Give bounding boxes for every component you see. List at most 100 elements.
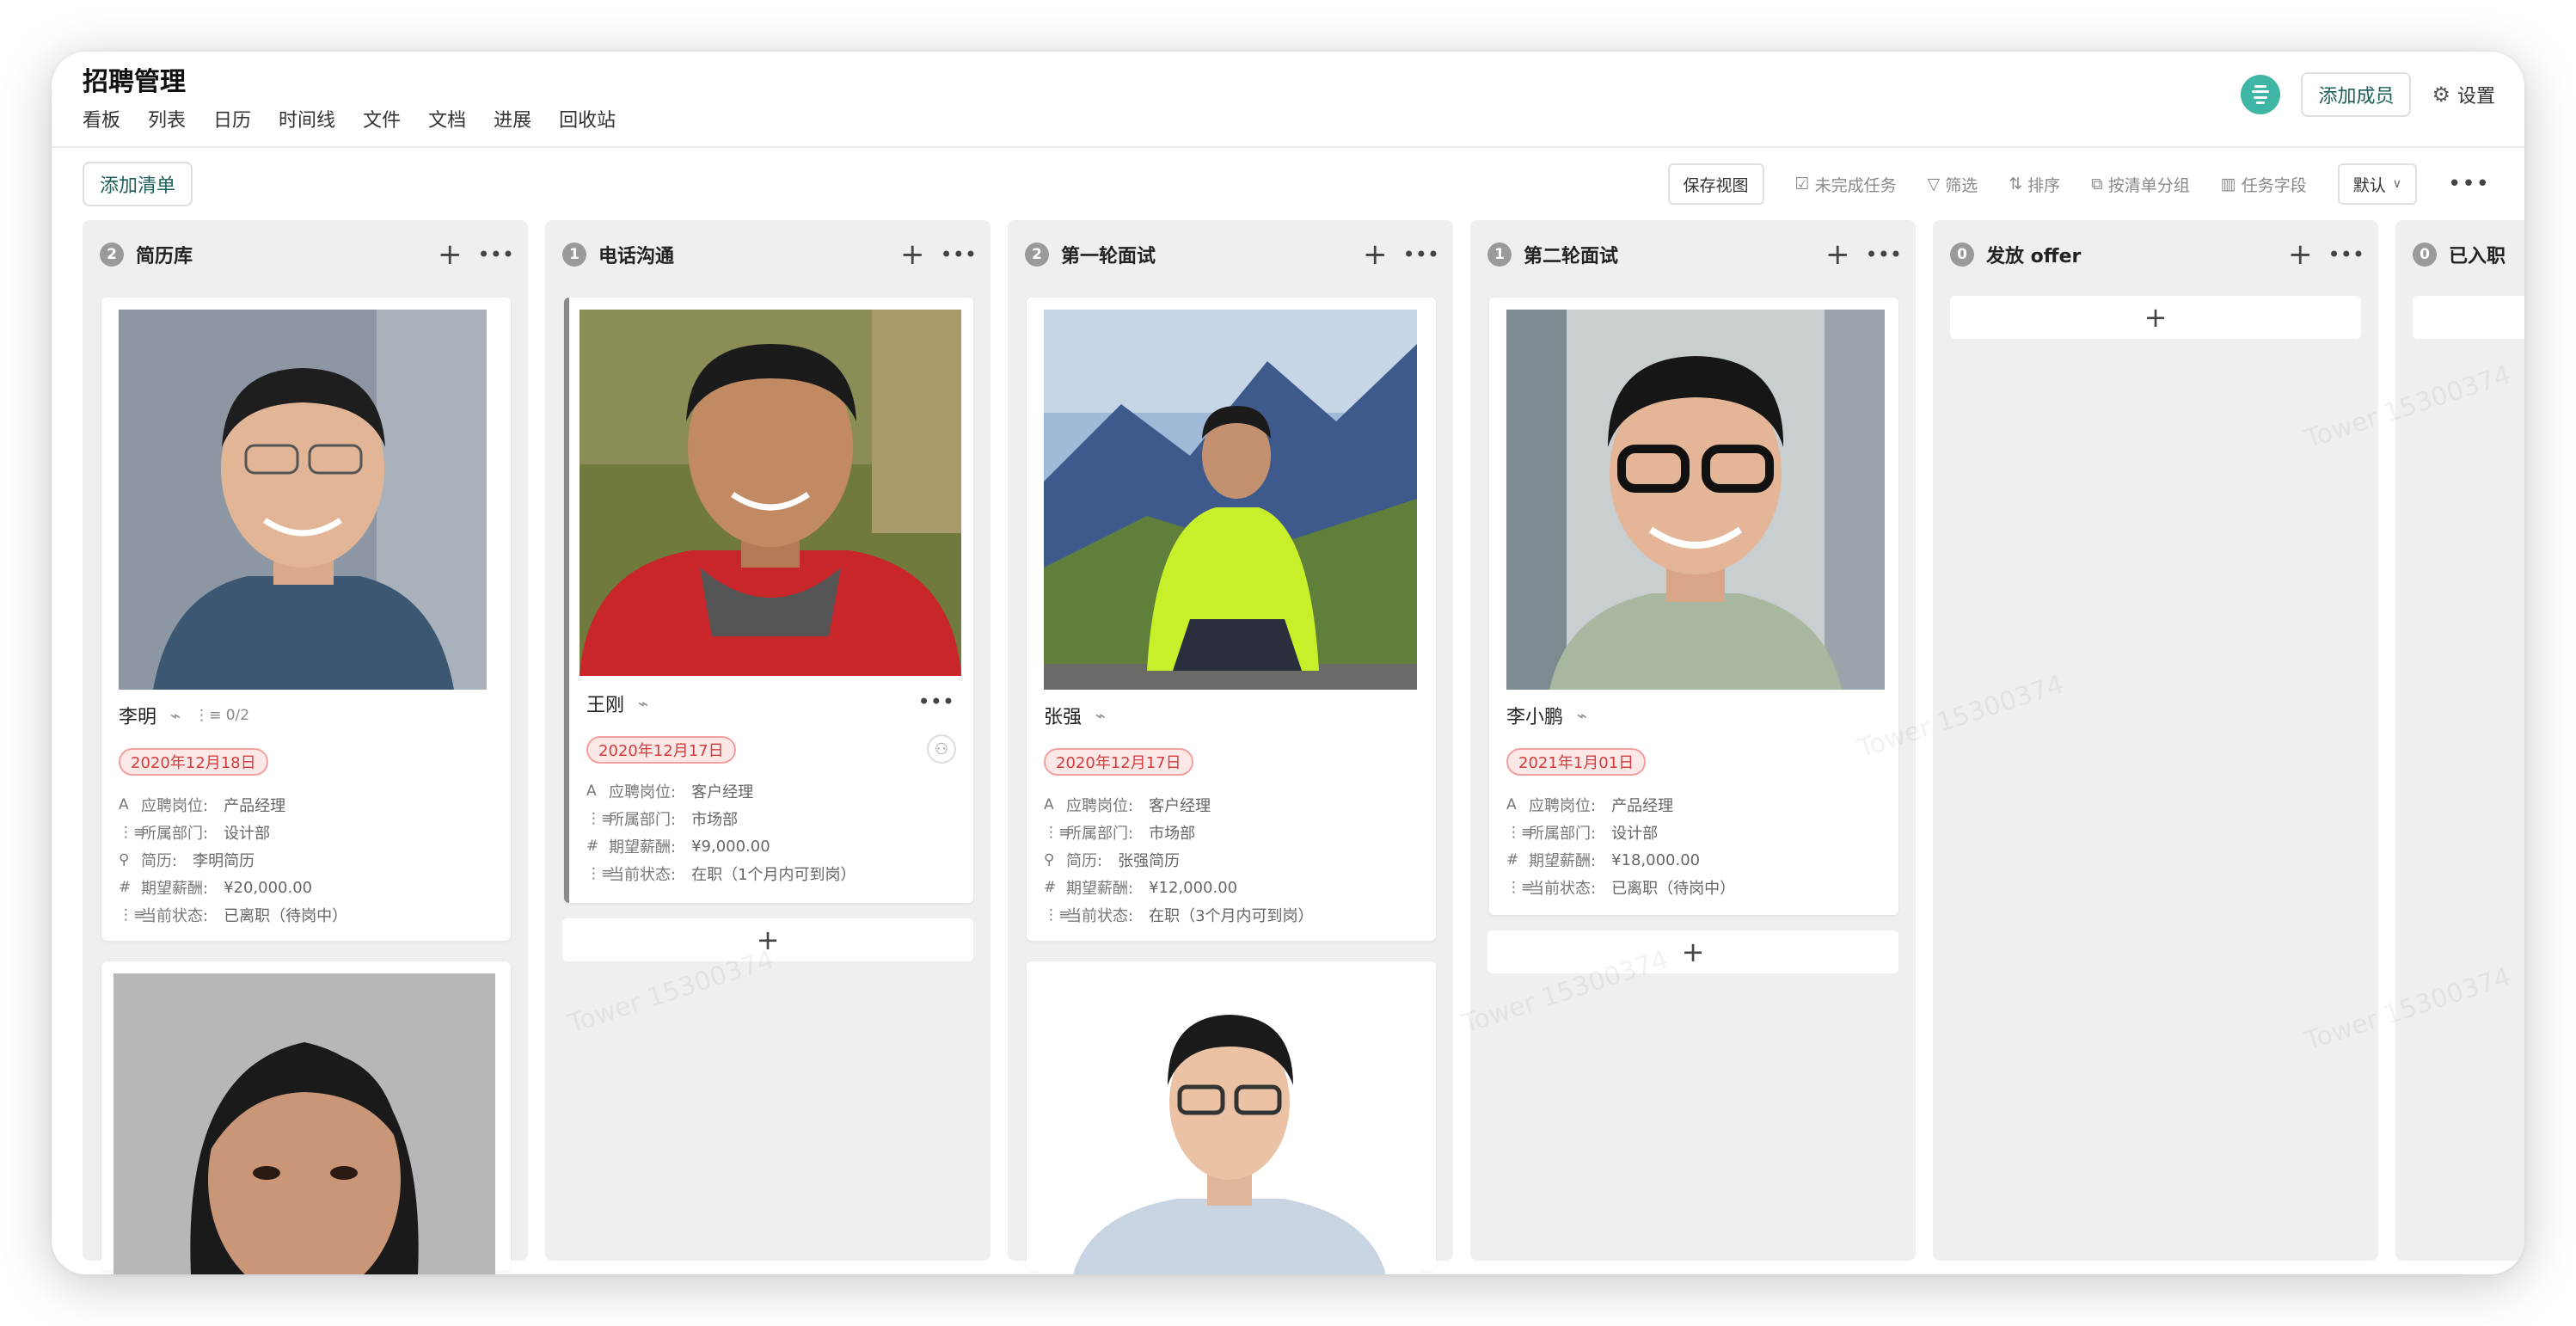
subtask-icon: ⋮≡ xyxy=(194,707,222,724)
add-card-button[interactable]: + xyxy=(1487,930,1898,973)
number-field-icon: # xyxy=(1506,851,1519,869)
field-value: 设计部 xyxy=(1611,825,1659,843)
candidate-photo xyxy=(119,310,487,690)
number-field-icon: # xyxy=(119,879,132,896)
filter-button[interactable]: ▽ 筛选 xyxy=(1928,173,1978,196)
save-view-button[interactable]: 保存视图 xyxy=(1667,163,1764,205)
select-field-icon: ⋮≡ xyxy=(119,824,146,841)
field-value[interactable]: 张强简历 xyxy=(1118,849,1180,871)
tab-files[interactable]: 文件 xyxy=(363,105,401,132)
add-card-button[interactable]: + xyxy=(2413,296,2524,339)
add-task-icon[interactable]: + xyxy=(1825,240,1850,269)
column-first-interview: 2 第一轮面试 + ••• 张强 ⌁ 2020年12月17日 A 应聘岗位: 客… xyxy=(1008,220,1453,1274)
kanban-board: 2 简历库 + ••• 李明 ⌁ ⋮≡ 0/2 2020年12月18日 A 应聘… xyxy=(83,220,2524,1274)
tab-docs[interactable]: 文档 xyxy=(428,105,466,132)
project-header: 招聘管理 看板 列表 日历 时间线 文件 文档 进展 回收站 添加成员 ⚙ 设置 xyxy=(52,52,2524,148)
view-select[interactable]: 默认 ∨ xyxy=(2337,163,2417,205)
tab-timeline[interactable]: 时间线 xyxy=(279,105,335,132)
select-field-icon: ⋮≡ xyxy=(1506,879,1534,896)
field-label: 所属部门: xyxy=(1529,825,1597,843)
filter-icon: ▽ xyxy=(1927,175,1941,193)
task-card[interactable] xyxy=(1027,961,1436,1274)
column-more-icon[interactable]: ••• xyxy=(941,242,977,267)
custom-fields: A 应聘岗位: 客户经理 ⋮≡ 所属部门: 市场部 ⚲ 简历: 张强简历 # 期… xyxy=(1044,791,1314,929)
field-value[interactable]: 李明简历 xyxy=(193,849,255,871)
link-field-icon: ⚲ xyxy=(119,851,130,869)
tab-trash[interactable]: 回收站 xyxy=(559,105,616,132)
add-task-icon[interactable]: + xyxy=(900,240,925,269)
add-task-icon[interactable]: + xyxy=(438,240,463,269)
text-field-icon: A xyxy=(586,783,597,800)
column-more-icon[interactable]: ••• xyxy=(1403,242,1439,267)
app-window: 招聘管理 看板 列表 日历 时间线 文件 文档 进展 回收站 添加成员 ⚙ 设置 xyxy=(52,52,2524,1274)
column-title: 第一轮面试 xyxy=(1061,246,1156,267)
add-task-icon[interactable]: + xyxy=(1363,240,1388,269)
settings-label: 设置 xyxy=(2456,86,2495,107)
field-value: ¥18,000.00 xyxy=(1611,850,1701,869)
incomplete-tasks-toggle[interactable]: ☑ 未完成任务 xyxy=(1795,173,1897,196)
group-icon: ⧉ xyxy=(2091,175,2103,193)
add-card-button[interactable]: + xyxy=(562,918,973,961)
field-value: ¥12,000.00 xyxy=(1149,878,1238,897)
attachment-icon: ⌁ xyxy=(170,705,181,726)
candidate-photo xyxy=(113,973,495,1274)
tab-list[interactable]: 列表 xyxy=(148,105,186,132)
sort-label: 排序 xyxy=(2027,175,2061,195)
field-label: 应聘岗位: xyxy=(1066,797,1134,815)
candidate-name: 张强 xyxy=(1044,707,1083,728)
add-task-icon[interactable]: + xyxy=(2288,240,2313,269)
select-field-icon: ⋮≡ xyxy=(1044,824,1071,841)
candidate-name: 李小鹏 xyxy=(1506,707,1564,728)
column-more-icon[interactable]: ••• xyxy=(2328,242,2364,267)
column-count-badge: 1 xyxy=(562,242,586,267)
assignee-icon[interactable]: ⚇ xyxy=(927,734,956,764)
settings-button[interactable]: ⚙ 设置 xyxy=(2432,81,2495,108)
toolbar-more-icon[interactable]: ••• xyxy=(2448,171,2490,197)
attachment-icon: ⌁ xyxy=(638,693,649,714)
field-label: 所属部门: xyxy=(1066,825,1134,843)
field-value: ¥20,000.00 xyxy=(224,878,313,897)
task-card[interactable]: 张强 ⌁ 2020年12月17日 A 应聘岗位: 客户经理 ⋮≡ 所属部门: 市… xyxy=(1027,298,1436,941)
due-date-badge: 2020年12月18日 xyxy=(119,748,268,776)
task-card[interactable] xyxy=(101,961,511,1274)
column-count-badge: 0 xyxy=(2413,242,2437,267)
field-label: 应聘岗位: xyxy=(1529,797,1597,815)
column-phone-screen: 1 电话沟通 + ••• 王刚 ⌁ ••• 2020年12月17日 ⚇ A 应聘… xyxy=(545,220,991,1261)
column-second-interview: 1 第二轮面试 + ••• 李小鹏 ⌁ 2021年1月01日 A 应聘岗位: 产… xyxy=(1470,220,1916,1261)
field-label: 所属部门: xyxy=(141,825,209,843)
field-value: 市场部 xyxy=(1149,825,1196,843)
column-count-badge: 2 xyxy=(100,242,124,267)
add-card-button[interactable]: + xyxy=(1950,296,2361,339)
sort-button[interactable]: ⇅ 排序 xyxy=(2009,173,2060,196)
task-fields-label: 任务字段 xyxy=(2241,175,2307,195)
add-list-button[interactable]: 添加清单 xyxy=(83,162,193,206)
field-row: A 应聘岗位: 产品经理 xyxy=(119,791,347,819)
field-row: A 应聘岗位: 客户经理 xyxy=(1044,791,1314,819)
tab-calendar[interactable]: 日历 xyxy=(213,105,251,132)
member-avatar[interactable] xyxy=(2241,75,2281,114)
group-button[interactable]: ⧉ 按清单分组 xyxy=(2091,173,2190,196)
field-label: 简历: xyxy=(1066,852,1103,870)
task-card[interactable]: 王刚 ⌁ ••• 2020年12月17日 ⚇ A 应聘岗位: 客户经理 ⋮≡ 所… xyxy=(564,298,973,903)
field-row: A 应聘岗位: 客户经理 xyxy=(586,777,856,805)
tab-progress[interactable]: 进展 xyxy=(494,105,531,132)
field-value: 已离职（待岗中） xyxy=(224,907,348,925)
number-field-icon: # xyxy=(586,838,599,855)
tab-kanban[interactable]: 看板 xyxy=(83,105,120,132)
task-card[interactable]: 李小鹏 ⌁ 2021年1月01日 A 应聘岗位: 产品经理 ⋮≡ 所属部门: 设… xyxy=(1489,298,1898,915)
column-more-icon[interactable]: ••• xyxy=(1866,242,1902,267)
task-fields-button[interactable]: ▥ 任务字段 xyxy=(2221,173,2307,196)
card-more-icon[interactable]: ••• xyxy=(918,690,954,714)
add-member-button[interactable]: 添加成员 xyxy=(2301,72,2412,117)
field-row: ⚲ 简历: 张强简历 xyxy=(1044,846,1314,874)
attachment-icon: ⌁ xyxy=(1095,705,1107,726)
column-resume-pool: 2 简历库 + ••• 李明 ⌁ ⋮≡ 0/2 2020年12月18日 A 应聘… xyxy=(83,220,528,1274)
task-card[interactable]: 李明 ⌁ ⋮≡ 0/2 2020年12月18日 A 应聘岗位: 产品经理 ⋮≡ … xyxy=(101,298,511,941)
field-row: ⋮≡ 当前状态: 在职（1个月内可到岗） xyxy=(586,860,856,887)
field-label: 所属部门: xyxy=(609,811,677,829)
number-field-icon: # xyxy=(1044,879,1057,896)
field-value: 产品经理 xyxy=(1611,797,1674,815)
column-more-icon[interactable]: ••• xyxy=(478,242,514,267)
column-onboarded: 0 已入职 + xyxy=(2395,220,2524,1261)
column-send-offer: 0 发放 offer + ••• + xyxy=(1933,220,2378,1261)
